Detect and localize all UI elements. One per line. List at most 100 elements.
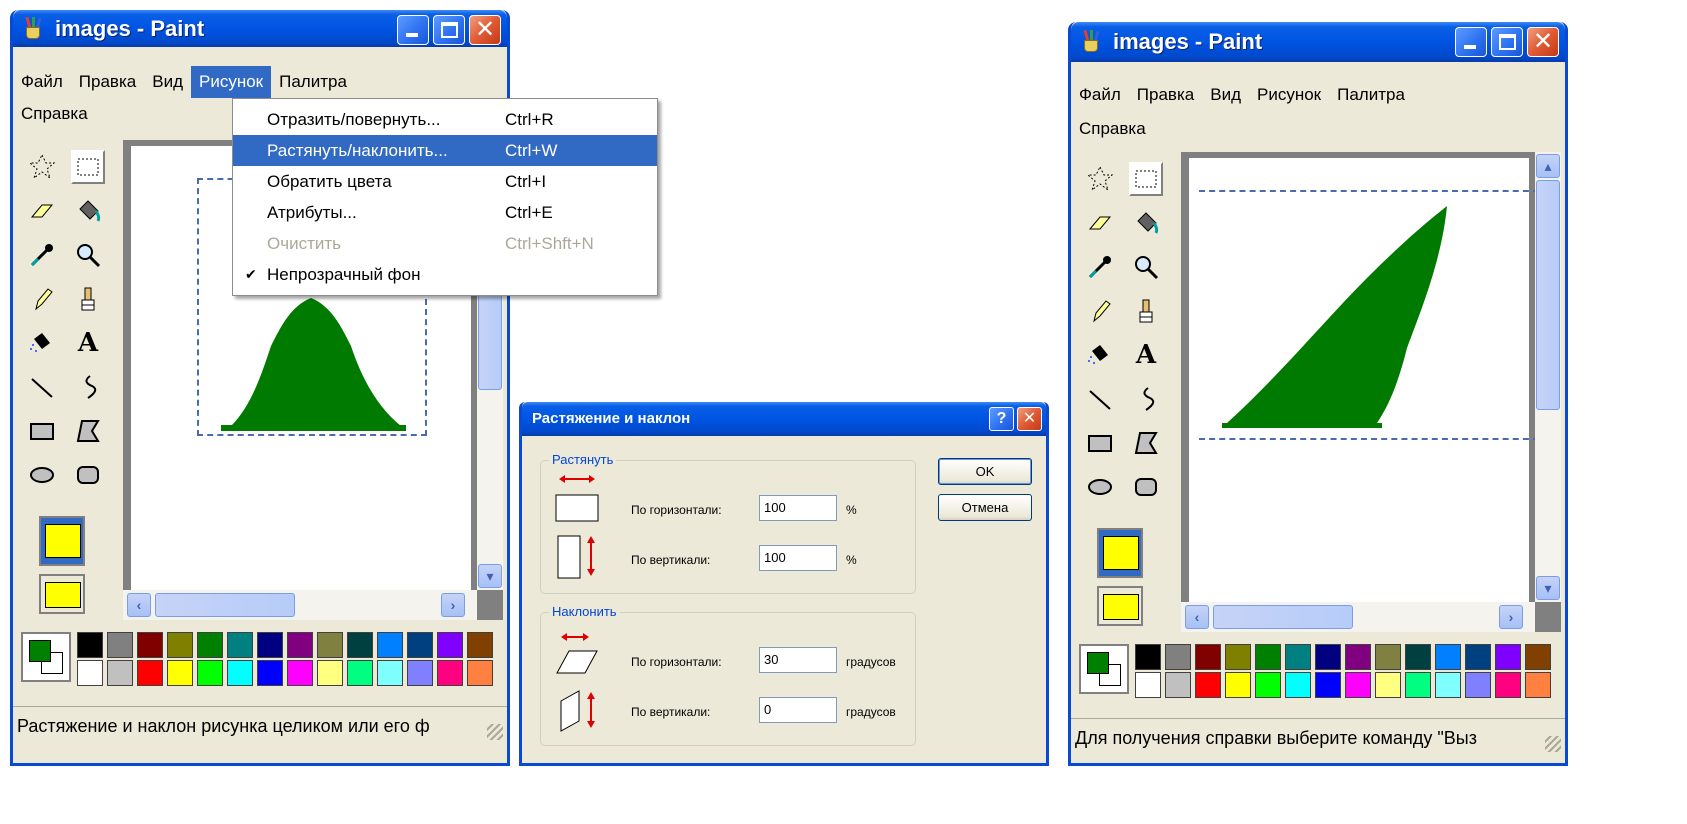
help-button[interactable]: ? <box>989 407 1014 431</box>
ellipse-icon[interactable] <box>1083 470 1117 504</box>
horizontal-scroll-thumb[interactable] <box>155 593 295 617</box>
fill-bucket-icon[interactable] <box>1129 206 1163 240</box>
palette-swatch[interactable] <box>437 632 463 658</box>
scroll-up-button[interactable]: ▴ <box>1536 154 1560 178</box>
palette-swatch[interactable] <box>1135 644 1161 670</box>
menu-edit[interactable]: Правка <box>1129 79 1202 111</box>
palette-swatch[interactable] <box>1495 644 1521 670</box>
pencil-icon[interactable] <box>1083 294 1117 328</box>
horizontal-scroll-thumb[interactable] <box>1213 605 1353 629</box>
text-icon[interactable]: A <box>1129 338 1163 372</box>
palette-swatch[interactable] <box>377 632 403 658</box>
palette-swatch[interactable] <box>287 632 313 658</box>
brush-icon[interactable] <box>1129 294 1163 328</box>
minimize-button[interactable] <box>397 15 429 45</box>
palette-swatch[interactable] <box>1165 672 1191 698</box>
stretch-horizontal-input[interactable]: 100 <box>759 495 837 521</box>
palette-swatch[interactable] <box>1315 672 1341 698</box>
menu-view[interactable]: Вид <box>1202 79 1249 111</box>
scroll-left-button[interactable]: ‹ <box>1185 605 1209 629</box>
palette-swatch[interactable] <box>347 632 373 658</box>
scroll-right-button[interactable]: › <box>441 593 465 617</box>
polygon-icon[interactable] <box>1129 426 1163 460</box>
menu-item-invert-colors[interactable]: Обратить цвета Ctrl+I <box>233 166 657 197</box>
title-bar[interactable]: images - Paint ✕ <box>1071 22 1565 62</box>
palette-swatch[interactable] <box>77 632 103 658</box>
palette-swatch[interactable] <box>347 660 373 686</box>
airbrush-icon[interactable] <box>25 326 59 360</box>
text-icon[interactable]: A <box>71 326 105 360</box>
transparent-mode-option[interactable] <box>1097 586 1143 626</box>
palette-swatch[interactable] <box>257 660 283 686</box>
rect-select-icon[interactable] <box>1129 162 1163 196</box>
stretch-vertical-input[interactable]: 100 <box>759 545 837 571</box>
palette-swatch[interactable] <box>317 660 343 686</box>
transparent-mode-option[interactable] <box>39 574 85 614</box>
palette-swatch[interactable] <box>167 632 193 658</box>
palette-swatch[interactable] <box>227 632 253 658</box>
palette-swatch[interactable] <box>1345 672 1371 698</box>
palette-swatch[interactable] <box>1315 644 1341 670</box>
eraser-icon[interactable] <box>1083 206 1117 240</box>
menu-item-stretch-skew[interactable]: Растянуть/наклонить... Ctrl+W <box>233 135 657 166</box>
curve-icon[interactable] <box>71 370 105 404</box>
resize-grip[interactable] <box>487 724 503 740</box>
palette-swatch[interactable] <box>1405 672 1431 698</box>
title-bar[interactable]: images - Paint ✕ <box>13 10 507 47</box>
menu-edit[interactable]: Правка <box>71 66 144 98</box>
palette-swatch[interactable] <box>407 660 433 686</box>
skew-vertical-input[interactable]: 0 <box>759 697 837 723</box>
palette-swatch[interactable] <box>1285 644 1311 670</box>
palette-swatch[interactable] <box>1465 644 1491 670</box>
polygon-icon[interactable] <box>71 414 105 448</box>
palette-swatch[interactable] <box>1465 672 1491 698</box>
line-icon[interactable] <box>25 370 59 404</box>
palette-swatch[interactable] <box>257 632 283 658</box>
fill-bucket-icon[interactable] <box>71 194 105 228</box>
rectangle-icon[interactable] <box>25 414 59 448</box>
ok-button[interactable]: OK <box>938 458 1032 485</box>
close-button[interactable]: ✕ <box>469 15 501 45</box>
palette-swatch[interactable] <box>377 660 403 686</box>
palette-swatch[interactable] <box>1195 644 1221 670</box>
close-button[interactable]: ✕ <box>1527 27 1559 57</box>
palette-swatch[interactable] <box>107 632 133 658</box>
palette-swatch[interactable] <box>197 660 223 686</box>
palette-swatch[interactable] <box>1135 672 1161 698</box>
palette-swatch[interactable] <box>1255 672 1281 698</box>
palette-swatch[interactable] <box>1435 644 1461 670</box>
palette-swatch[interactable] <box>197 632 223 658</box>
palette-swatch[interactable] <box>1435 672 1461 698</box>
vertical-scroll-thumb[interactable] <box>1536 180 1560 410</box>
rectangle-icon[interactable] <box>1083 426 1117 460</box>
palette-swatch[interactable] <box>1525 672 1551 698</box>
menu-item-opaque-background[interactable]: ✔ Непрозрачный фон <box>233 259 657 290</box>
palette-swatch[interactable] <box>77 660 103 686</box>
palette-swatch[interactable] <box>407 632 433 658</box>
skew-horizontal-input[interactable]: 30 <box>759 647 837 673</box>
ellipse-icon[interactable] <box>25 458 59 492</box>
horizontal-scrollbar[interactable]: ‹ › <box>1181 602 1535 632</box>
scroll-right-button[interactable]: › <box>1499 605 1523 629</box>
color-picker-icon[interactable] <box>25 238 59 272</box>
resize-grip[interactable] <box>1545 736 1561 752</box>
dialog-title-bar[interactable]: Растяжение и наклон ? ✕ <box>522 402 1046 436</box>
palette-swatch[interactable] <box>467 632 493 658</box>
airbrush-icon[interactable] <box>1083 338 1117 372</box>
maximize-button[interactable] <box>433 15 465 45</box>
pencil-icon[interactable] <box>25 282 59 316</box>
palette-swatch[interactable] <box>317 632 343 658</box>
palette-swatch[interactable] <box>467 660 493 686</box>
menu-image[interactable]: Рисунок <box>191 66 272 98</box>
free-select-icon[interactable] <box>1083 162 1117 196</box>
menu-item-attributes[interactable]: Атрибуты... Ctrl+E <box>233 197 657 228</box>
cancel-button[interactable]: Отмена <box>938 494 1032 521</box>
palette-swatch[interactable] <box>1495 672 1521 698</box>
vertical-scrollbar[interactable]: ▴ ▾ <box>1535 152 1561 602</box>
menu-help[interactable]: Справка <box>13 98 96 130</box>
free-select-icon[interactable] <box>25 150 59 184</box>
palette-swatch[interactable] <box>1255 644 1281 670</box>
maximize-button[interactable] <box>1491 27 1523 57</box>
palette-swatch[interactable] <box>1375 672 1401 698</box>
curve-icon[interactable] <box>1129 382 1163 416</box>
